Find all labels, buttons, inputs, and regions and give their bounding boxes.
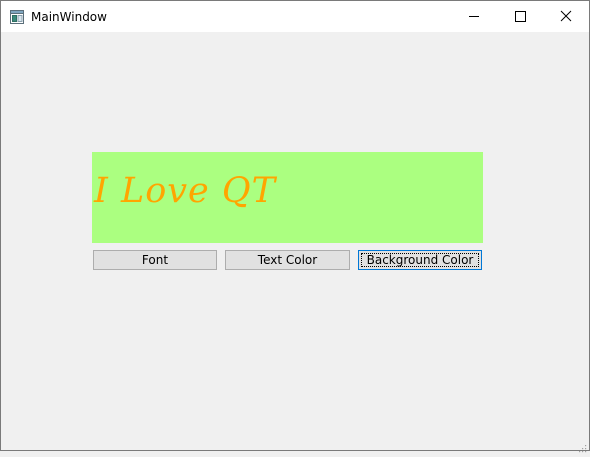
display-label-text: I Love QT [94, 171, 276, 211]
text-color-button[interactable]: Text Color [225, 250, 350, 270]
background-color-button[interactable]: Background Color [358, 250, 482, 270]
main-window: MainWindow I Love QT Font Text Color Bac… [0, 0, 590, 453]
resize-grip-icon[interactable] [577, 438, 587, 453]
title-bar[interactable]: MainWindow [1, 1, 589, 32]
background-color-button-label: Background Color [366, 253, 474, 267]
font-button[interactable]: Font [93, 250, 217, 270]
qt-window-icon[interactable] [10, 9, 24, 24]
display-label: I Love QT [92, 152, 483, 243]
window-title: MainWindow [31, 10, 107, 24]
close-button[interactable] [543, 1, 589, 32]
minimize-button[interactable] [451, 1, 497, 32]
maximize-button[interactable] [497, 1, 543, 32]
